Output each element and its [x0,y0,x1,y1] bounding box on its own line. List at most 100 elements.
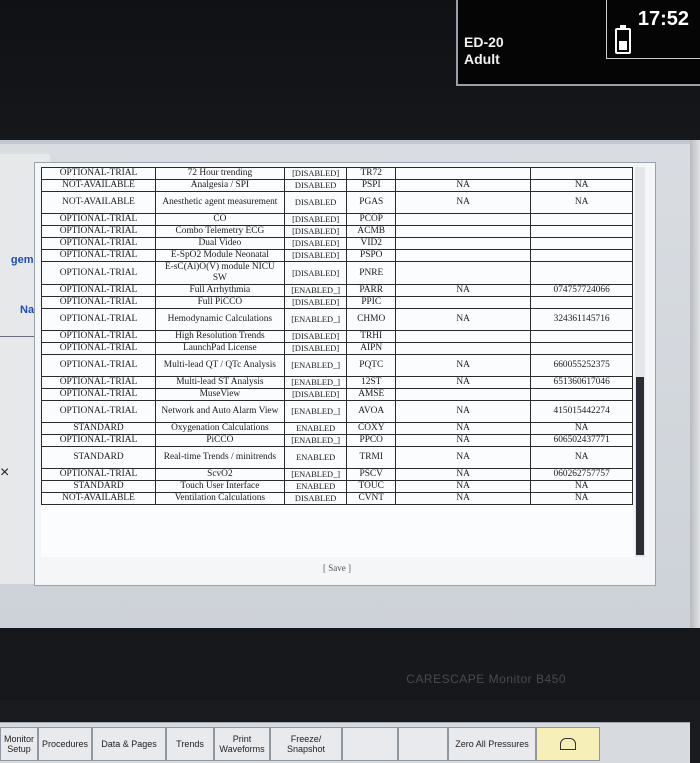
code-cell: CHMO [346,308,396,331]
table-row[interactable]: OPTIONAL-TRIAL Hemodynamic Calculations [E… [41,308,633,331]
table-row[interactable]: OPTIONAL-TRIAL MuseView [DISABLED] AMSE [41,388,633,401]
status-cell: OPTIONAL-TRIAL [41,354,156,377]
button-label: Zero All Pressures [455,739,529,749]
save-button[interactable]: [ Save ] [307,563,367,577]
state-cell: [DISABLED] [283,296,348,309]
info-cell [394,213,532,226]
procedures-button[interactable]: Procedures [38,727,92,761]
table-row[interactable]: OPTIONAL-TRIAL E-SpO2 Module Neonatal [DIS… [41,249,633,262]
table-row[interactable]: OPTIONAL-TRIAL CO [DISABLED] PCOP [41,213,633,226]
table-row[interactable]: OPTIONAL-TRIAL Full Arrhythmia [ENABLED_] P… [41,284,633,297]
option-cell: Analgesia / SPI [154,179,285,192]
key-cell [530,330,633,343]
table-row[interactable]: NOT-AVAILABLE Analgesia / SPI DISABLED PSPI… [41,179,633,192]
info-cell: NA [394,492,532,505]
key-cell: 606502437771 [530,434,633,447]
status-cell: OPTIONAL-TRIAL [41,388,156,401]
brand-label: CARESCAPE Monitor B450 [406,672,566,686]
state-cell: [DISABLED] [283,342,348,355]
key-cell: NA [530,179,633,192]
table-row[interactable]: OPTIONAL-TRIAL Network and Auto Alarm Vie… [41,400,633,423]
code-cell: PCOP [346,213,396,226]
code-cell: PSPI [346,179,396,192]
code-cell: PGAS [346,191,396,214]
info-cell: NA [394,422,532,435]
info-cell: NA [394,468,532,481]
clock-area: 17:52 [606,0,700,59]
state-cell: [ENABLED_] [283,468,348,481]
option-cell: Full PiCCO [154,296,285,309]
table-row[interactable]: OPTIONAL-TRIAL ScvO2 [ENABLED_] PSCV NA 06026… [41,468,633,481]
blank-button-1[interactable] [342,727,398,761]
info-cell: NA [394,400,532,423]
key-cell [530,225,633,238]
table-row[interactable]: STANDARD Oxygenation Calculations ENABLED C… [41,422,633,435]
status-cell: OPTIONAL-TRIAL [41,167,156,180]
state-cell: DISABLED [283,191,348,214]
info-cell [394,237,532,250]
status-cell: OPTIONAL-TRIAL [41,225,156,238]
print-waveforms-button[interactable]: Print Waveforms [214,727,270,761]
trends-button[interactable]: Trends [166,727,214,761]
option-cell: Ventilation Calculations [154,492,285,505]
code-cell: ACMB [346,225,396,238]
table-row[interactable]: OPTIONAL-TRIAL LaunchPad License [DISABLED… [41,342,633,355]
state-cell: [DISABLED] [283,167,348,180]
bed-label: ED-20 [464,34,504,50]
freeze-snapshot-button[interactable]: Freeze/ Snapshot [270,727,342,761]
option-cell: Combo Telemetry ECG [154,225,285,238]
table-row[interactable]: NOT-AVAILABLE Anesthetic agent measuremen… [41,191,633,214]
scrollbar[interactable] [635,167,645,557]
button-label: Data & Pages [101,739,157,749]
status-cell: NOT-AVAILABLE [41,191,156,214]
table-row[interactable]: OPTIONAL-TRIAL 72 Hour trending [DISABLED]… [41,167,633,180]
code-cell: PSCV [346,468,396,481]
info-cell: NA [394,376,532,389]
info-cell: NA [394,446,532,469]
key-cell: NA [530,492,633,505]
state-cell: [ENABLED_] [283,308,348,331]
info-cell: NA [394,284,532,297]
table-row[interactable]: OPTIONAL-TRIAL Combo Telemetry ECG [DISABL… [41,225,633,238]
code-cell: PPIC [346,296,396,309]
status-cell: OPTIONAL-TRIAL [41,284,156,297]
option-cell: Network and Auto Alarm View [154,400,285,423]
status-cell: OPTIONAL-TRIAL [41,237,156,250]
monitor-setup-button[interactable]: Monitor Setup [0,727,38,761]
data-pages-button[interactable]: Data & Pages [92,727,166,761]
option-cell: Real-time Trends / minitrends [154,446,285,469]
option-cell: ScvO2 [154,468,285,481]
options-table: OPTIONAL-TRIAL 72 Hour trending [DISABLED]… [41,167,633,505]
key-cell [530,261,633,285]
table-row[interactable]: OPTIONAL-TRIAL Full PiCCO [DISABLED] PPIC [41,296,633,309]
info-cell: NA [394,179,532,192]
state-cell: [DISABLED] [283,261,348,285]
table-row[interactable]: OPTIONAL-TRIAL High Resolution Trends [DIS… [41,330,633,343]
status-cell: OPTIONAL-TRIAL [41,400,156,423]
key-cell: NA [530,446,633,469]
bell-icon [560,738,576,750]
alarm-pause-button[interactable] [536,727,600,761]
table-row[interactable]: OPTIONAL-TRIAL Multi-lead QT / QTc Analys… [41,354,633,377]
state-cell: DISABLED [283,179,348,192]
code-cell: VID2 [346,237,396,250]
table-row[interactable]: OPTIONAL-TRIAL Dual Video [DISABLED] VID2 [41,237,633,250]
scroll-thumb[interactable] [636,377,644,555]
code-cell: PQTC [346,354,396,377]
blank-button-2[interactable] [398,727,448,761]
table-row[interactable]: STANDARD Touch User Interface ENABLED TOUC N… [41,480,633,493]
battery-icon [615,25,631,54]
table-row[interactable]: NOT-AVAILABLE Ventilation Calculations DIS… [41,492,633,505]
state-cell: DISABLED [283,492,348,505]
info-cell [394,261,532,285]
code-cell: AVOA [346,400,396,423]
bottom-menu-bar: Monitor Setup Procedures Data & Pages Trend… [0,722,690,763]
status-cell: OPTIONAL-TRIAL [41,330,156,343]
table-row[interactable]: OPTIONAL-TRIAL E-sC(Ai)O(V) module NICU S… [41,261,633,285]
state-cell: ENABLED [283,480,348,493]
table-row[interactable]: STANDARD Real-time Trends / minitrends ENA… [41,446,633,469]
table-row[interactable]: OPTIONAL-TRIAL PiCCO [ENABLED_] PPCO NA 60650… [41,434,633,447]
zero-all-pressures-button[interactable]: Zero All Pressures [448,727,536,761]
table-row[interactable]: OPTIONAL-TRIAL Multi-lead ST Analysis [ENA… [41,376,633,389]
key-cell [530,249,633,262]
